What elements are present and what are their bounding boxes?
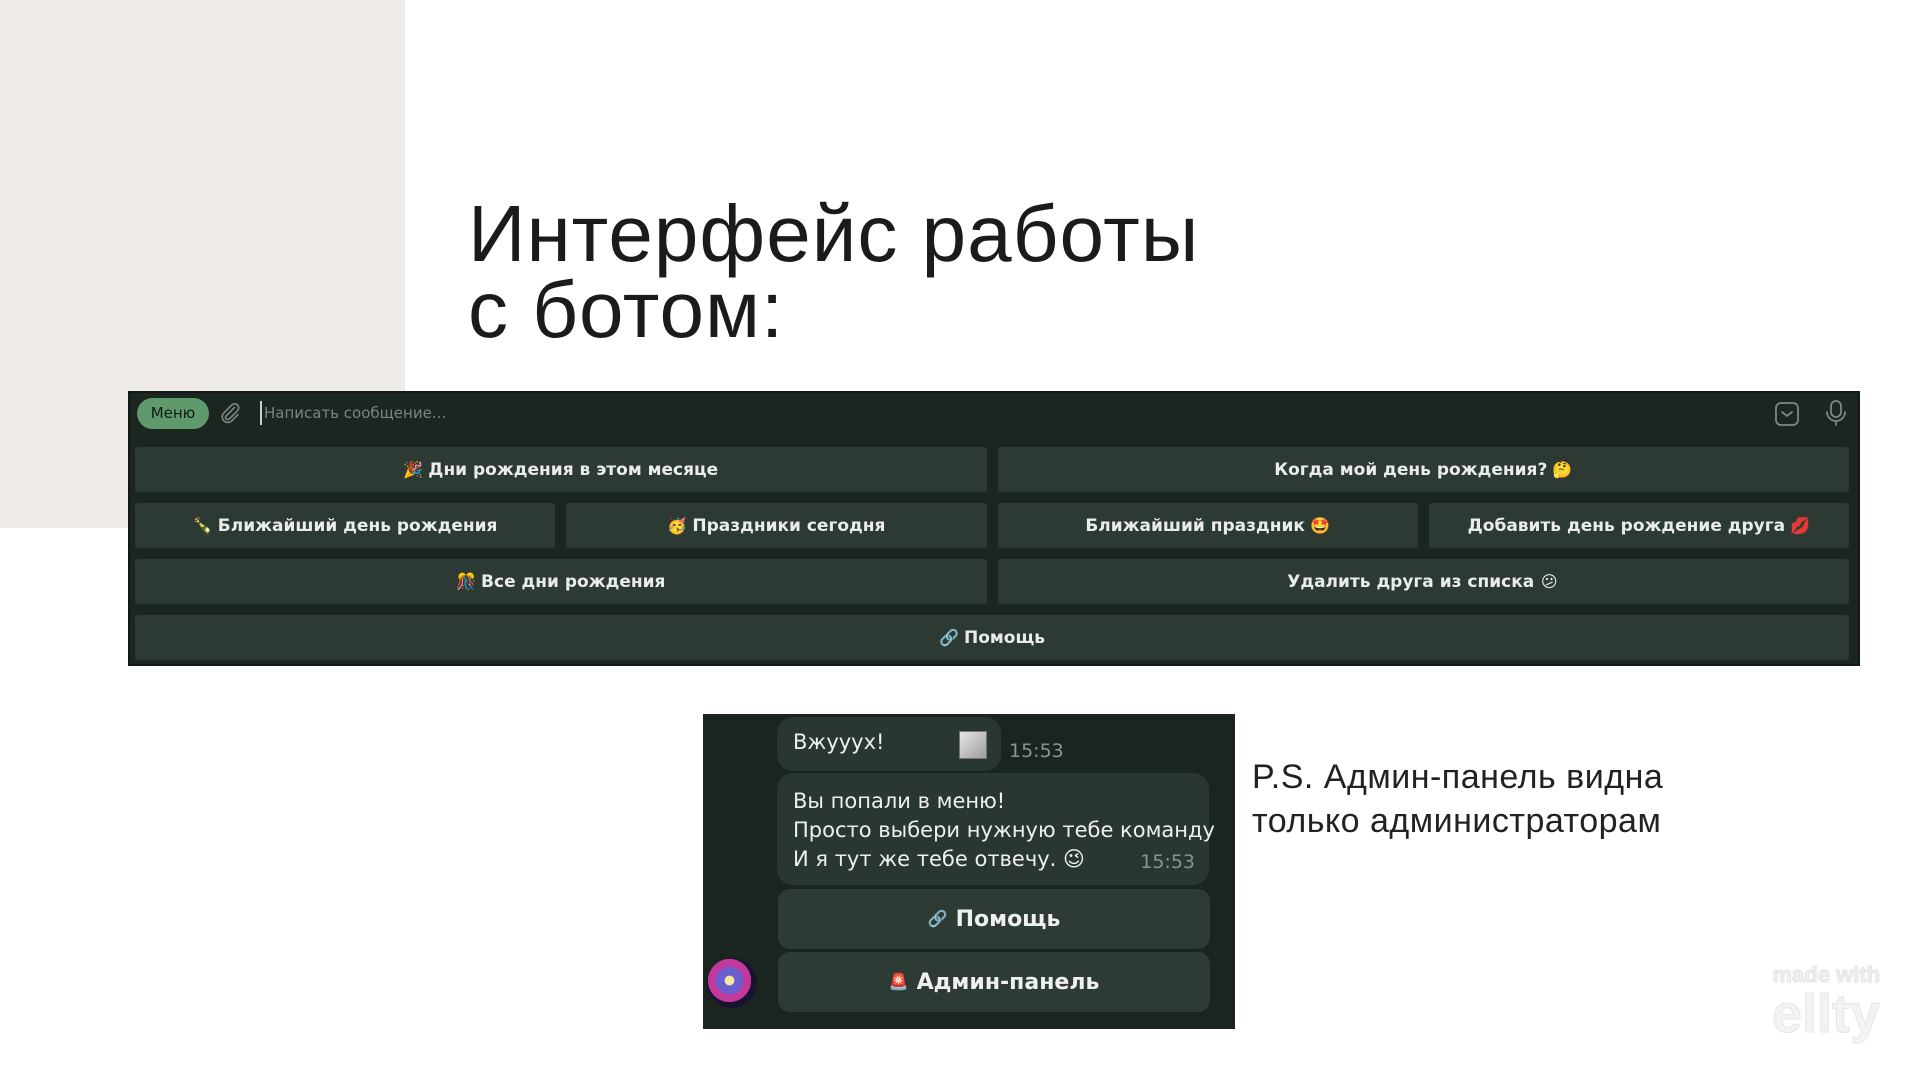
siren-icon: 🚨 <box>888 972 909 991</box>
keyboard-row: 🍾 Ближайший день рождения 🥳 Праздники сегод… <box>135 503 1849 548</box>
help-inline-button[interactable]: 🔗 Помощь <box>778 889 1210 949</box>
admin-note: P.S. Админ-панель видна только администр… <box>1252 755 1663 843</box>
watermark: made with ellty <box>1771 962 1881 1044</box>
link-icon: 🔗 <box>927 909 948 928</box>
keyboard-button[interactable]: Когда мой день рождения? 🤔 <box>997 447 1849 492</box>
message-line: И я тут же тебе отвечу. 😉 <box>793 847 1085 871</box>
keyboard-button-grid: 🎉 Дни рождения в этом месяце Когда мой ден… <box>135 447 1849 671</box>
keyboard-button-label: Дни рождения в этом месяце <box>428 459 719 480</box>
keyboard-button-label: Удалить друга из списка <box>1287 571 1535 592</box>
message-text: Вжуууx! <box>793 730 885 754</box>
keyboard-button-label: Ближайший день рождения <box>217 515 498 536</box>
keyboard-button-label: Ближайший праздник <box>1085 515 1305 536</box>
button-emoji-icon: 🥳 <box>667 515 688 535</box>
menu-button[interactable]: Меню <box>137 398 209 429</box>
keyboard-button[interactable]: Добавить день рождение друга 💋 <box>1428 503 1849 548</box>
paperclip-icon[interactable] <box>218 401 242 425</box>
watermark-brand: ellty <box>1771 984 1881 1044</box>
keyboard-button[interactable]: 🎊 Все дни рождения <box>135 559 987 604</box>
keyboard-button-label: Когда мой день рождения? <box>1274 459 1548 480</box>
keyboard-button-label: Помощь <box>963 627 1046 648</box>
slide-title-line-1: Интерфейс работы <box>468 189 1200 278</box>
button-emoji-icon: 😕 <box>1540 571 1558 591</box>
keyboard-button[interactable]: 🎉 Дни рождения в этом месяце <box>135 447 987 492</box>
keyboard-row: 🎊 Все дни рождения Удалить друга из списка… <box>135 559 1849 604</box>
telegram-chat-screenshot: Вжуууx! 15:53 Вы попали в меню! Просто в… <box>703 714 1235 1029</box>
keyboard-row: 🎉 Дни рождения в этом месяце Когда мой ден… <box>135 447 1849 492</box>
slide-title-line-2: с ботом: <box>468 265 785 354</box>
admin-panel-inline-button[interactable]: 🚨 Админ-панель <box>778 952 1210 1012</box>
button-emoji-icon: 🔗 <box>939 627 959 647</box>
slide-title: Интерфейс работы с ботом: <box>468 189 1200 354</box>
button-emoji-icon: 🤔 <box>1552 459 1573 479</box>
message-bubble: Вжуууx! 15:53 <box>777 717 1064 771</box>
button-emoji-icon: 🎉 <box>403 459 424 479</box>
keyboard-button[interactable]: 🔗 Помощь <box>135 615 1849 660</box>
keyboard-button-label: Все дни рождения <box>481 571 666 592</box>
button-emoji-icon: 🤩 <box>1309 515 1330 535</box>
message-compose-bar: Меню <box>130 393 1858 435</box>
message-line: Просто выбери нужную тебе команду <box>793 818 1215 842</box>
keyboard-button[interactable]: 🍾 Ближайший день рождения <box>135 503 556 548</box>
admin-note-line-1: P.S. Админ-панель видна <box>1252 758 1664 796</box>
telegram-reply-keyboard-screenshot: Меню 🎉Дни рождения в этом месяцеКогда мо… <box>128 391 1860 666</box>
message-bubble: Вы попали в меню! Просто выбери нужную т… <box>777 773 1215 885</box>
button-emoji-icon: 🎊 <box>456 571 476 591</box>
admin-note-line-2: только администраторам <box>1252 802 1662 840</box>
keyboard-button[interactable]: Ближайший праздник 🤩 <box>997 503 1418 548</box>
message-time: 15:53 <box>1140 851 1195 873</box>
keyboard-row: 🔗 Помощь <box>135 615 1849 660</box>
button-emoji-icon: 🍾 <box>192 515 213 535</box>
admin-panel-inline-button-label: Админ-панель <box>916 969 1100 995</box>
keyboard-button-label: Праздники сегодня <box>692 515 886 536</box>
keyboard-button[interactable]: 🥳 Праздники сегодня <box>566 503 987 548</box>
microphone-icon[interactable] <box>1824 399 1848 427</box>
help-inline-button-label: Помощь <box>955 906 1061 932</box>
bot-keyboard-toggle-icon[interactable] <box>1774 401 1800 427</box>
sticker-thumbnail[interactable] <box>959 731 987 759</box>
keyboard-button[interactable]: Удалить друга из списка 😕 <box>997 559 1849 604</box>
keyboard-button-label: Добавить день рождение друга <box>1467 515 1786 536</box>
message-input[interactable] <box>260 401 1264 425</box>
bot-avatar[interactable] <box>707 958 757 1008</box>
message-line: Вы попали в меню! <box>793 789 1006 813</box>
message-time: 15:53 <box>1009 740 1064 762</box>
button-emoji-icon: 💋 <box>1790 515 1811 535</box>
